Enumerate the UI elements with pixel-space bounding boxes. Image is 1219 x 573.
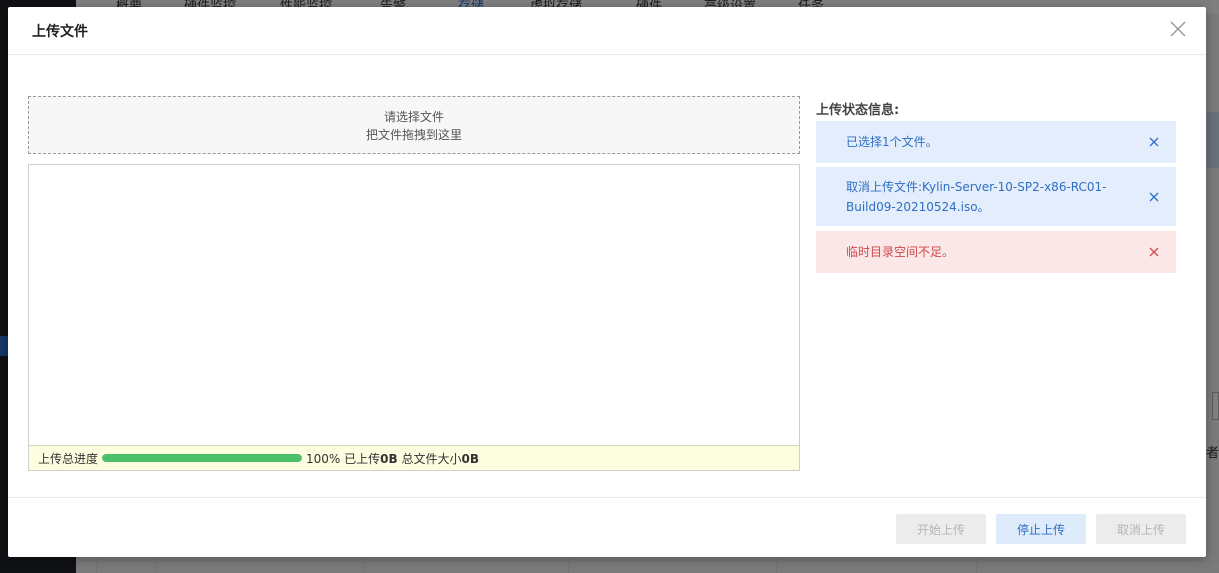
dialog-footer: 开始上传 停止上传 取消上传 xyxy=(8,497,1206,557)
progress-bar-fill xyxy=(102,454,303,462)
close-icon[interactable] xyxy=(1148,246,1160,258)
status-message-text: 临时目录空间不足。 xyxy=(846,245,955,259)
total-size-value: 0B xyxy=(461,451,480,466)
uploaded-label: 已上传 xyxy=(344,451,381,466)
upload-dialog: 上传文件 请选择文件 把文件拖拽到这里 上传总进度 100% 已上传0B 总文件… xyxy=(8,7,1206,557)
drag-file-hint: 把文件拖拽到这里 xyxy=(365,128,462,142)
status-message-selected: 已选择1个文件。 xyxy=(816,121,1176,163)
select-file-text: 请选择文件 xyxy=(383,110,444,124)
start-upload-button[interactable]: 开始上传 xyxy=(896,514,986,544)
status-message-text: 取消上传文件:Kylin-Server-10-SP2-x86-RC01-Buil… xyxy=(846,179,1107,214)
progress-percent: 100% xyxy=(306,451,341,466)
uploaded-value: 0B xyxy=(380,451,398,466)
progress-bar xyxy=(102,454,303,462)
dialog-title: 上传文件 xyxy=(32,24,88,40)
total-progress-row: 上传总进度 100% 已上传0B 总文件大小0B xyxy=(29,445,799,470)
progress-details: 100% 已上传0B 总文件大小0B xyxy=(306,450,479,467)
status-message-error: 临时目录空间不足。 xyxy=(816,231,1176,273)
stop-upload-button[interactable]: 停止上传 xyxy=(996,514,1086,544)
status-message-cancelled: 取消上传文件:Kylin-Server-10-SP2-x86-RC01-Buil… xyxy=(816,167,1176,226)
close-icon[interactable] xyxy=(1148,191,1160,203)
total-size-label: 总文件大小 xyxy=(401,451,462,466)
cancel-upload-button[interactable]: 取消上传 xyxy=(1096,514,1186,544)
file-dropzone[interactable]: 请选择文件 把文件拖拽到这里 xyxy=(28,96,800,154)
dialog-header: 上传文件 xyxy=(8,7,1206,55)
status-message-text: 已选择1个文件。 xyxy=(846,135,938,149)
file-list: 上传总进度 100% 已上传0B 总文件大小0B xyxy=(28,164,800,471)
progress-label: 上传总进度 xyxy=(38,451,99,466)
status-title: 上传状态信息: xyxy=(816,103,900,118)
close-icon[interactable] xyxy=(1148,136,1160,148)
close-icon[interactable] xyxy=(1168,19,1188,39)
